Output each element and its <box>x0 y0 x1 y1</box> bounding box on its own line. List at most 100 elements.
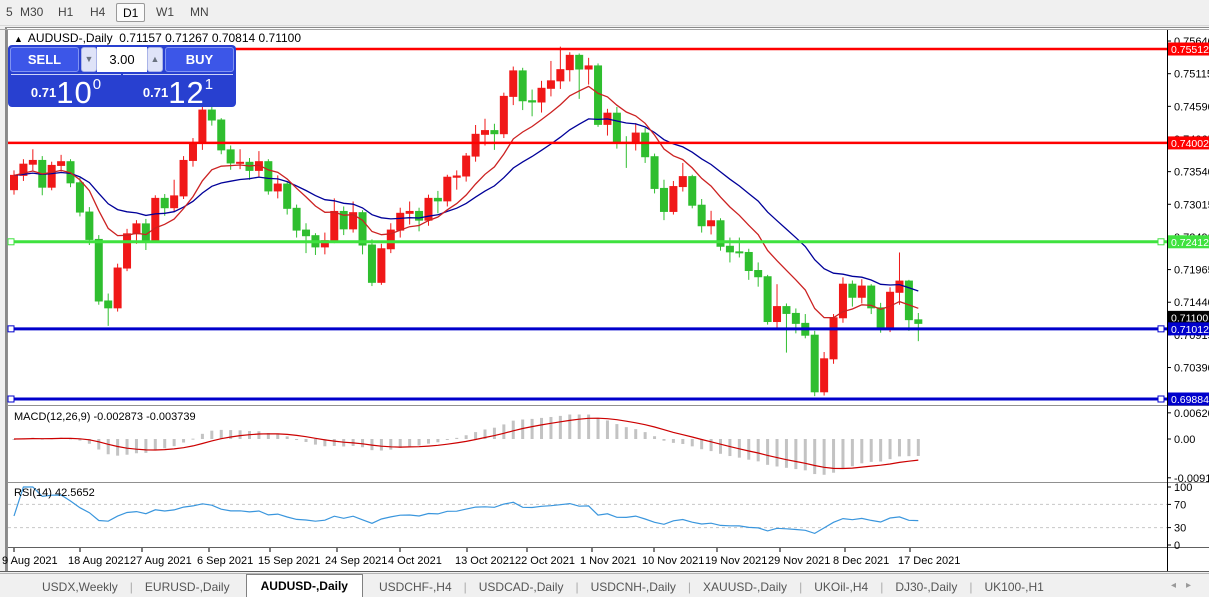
candle-body <box>792 313 799 323</box>
sell-price-pips: 10 <box>56 75 92 110</box>
candle-body <box>453 176 460 177</box>
volume-input[interactable]: 3.00 <box>97 47 147 72</box>
sell-price[interactable]: 0.71100 <box>11 74 121 106</box>
level-handle[interactable] <box>1158 239 1164 245</box>
macd-histogram-bar <box>691 439 694 446</box>
chart-tab-audusd-[interactable]: AUDUSD-,Daily <box>246 574 363 597</box>
timeframe-button-mn[interactable]: MN <box>184 3 215 22</box>
chart-tab-usdx[interactable]: USDX,Weekly <box>30 577 130 597</box>
level-handle[interactable] <box>1158 326 1164 332</box>
candle-body <box>114 268 121 308</box>
buy-button[interactable]: BUY <box>165 47 234 72</box>
chart-tab-usdcad-[interactable]: USDCAD-,Daily <box>467 577 576 597</box>
price-badge-label: 0.72412 <box>1171 237 1209 249</box>
timeframe-button-m30[interactable]: M30 <box>14 3 49 22</box>
sell-button[interactable]: SELL <box>10 47 79 72</box>
macd-signal-line <box>14 418 918 468</box>
tabs-scroll-right-icon[interactable]: ▸ <box>1186 580 1201 591</box>
candle-body <box>76 183 83 212</box>
tabs-scroll-left-icon[interactable]: ◂ <box>1171 580 1186 591</box>
candle-body <box>868 286 875 308</box>
date-label: 8 Dec 2021 <box>833 555 889 567</box>
candle-body <box>434 198 441 200</box>
timeframe-button-h1[interactable]: H1 <box>52 3 79 22</box>
price-tick-label: 0.73015 <box>1174 199 1209 211</box>
buy-price-pips: 12 <box>168 75 204 110</box>
buy-price[interactable]: 0.71121 <box>123 74 233 106</box>
date-label: 27 Aug 2021 <box>130 555 192 567</box>
level-handle[interactable] <box>8 396 14 402</box>
macd-histogram-bar <box>578 414 581 439</box>
chart-tab-usdcnh-[interactable]: USDCNH-,Daily <box>579 577 688 597</box>
candle-body <box>463 156 470 176</box>
macd-histogram-bar <box>239 430 242 439</box>
macd-histogram-bar <box>173 439 176 446</box>
macd-histogram-bar <box>257 431 260 439</box>
candle-body <box>736 252 743 253</box>
candle-body <box>133 224 140 234</box>
candle-body <box>237 162 244 163</box>
macd-histogram-bar <box>597 418 600 439</box>
macd-histogram-bar <box>776 439 779 466</box>
rsi-line <box>14 487 918 533</box>
chart-tab-dj30-[interactable]: DJ30-,Daily <box>883 577 969 597</box>
macd-histogram-bar <box>380 439 383 451</box>
level-handle[interactable] <box>1158 396 1164 402</box>
candle-body <box>11 175 18 189</box>
candle-body <box>482 131 489 135</box>
candle-body <box>284 184 291 208</box>
candle-body <box>124 234 131 268</box>
macd-histogram-bar <box>333 439 336 446</box>
candle-body <box>86 212 93 239</box>
macd-histogram-bar <box>191 439 194 440</box>
chart-tab-xauusd-[interactable]: XAUUSD-,Daily <box>691 577 799 597</box>
timeframe-button-w1[interactable]: W1 <box>150 3 180 22</box>
candle-body <box>708 221 715 226</box>
candle-body <box>774 307 781 322</box>
timeframe-button-h4[interactable]: H4 <box>84 3 111 22</box>
macd-axis-label: 0.00 <box>1174 434 1195 446</box>
macd-histogram-bar <box>436 439 439 442</box>
one-click-collapse-icon[interactable]: ▲ <box>14 34 23 44</box>
macd-histogram-bar <box>474 432 477 439</box>
candle-body <box>915 320 922 324</box>
candle-body <box>519 71 526 101</box>
timeframe-button-d1[interactable]: D1 <box>116 3 145 22</box>
candle-body <box>265 162 272 191</box>
candle-body <box>651 157 658 189</box>
volume-increase-icon[interactable]: ▲ <box>147 47 163 72</box>
chart-tab-usdchf-[interactable]: USDCHF-,H4 <box>367 577 464 597</box>
price-tick-label: 0.70390 <box>1174 363 1209 375</box>
date-label: 13 Oct 2021 <box>455 555 515 567</box>
macd-label: MACD(12,26,9) -0.002873 -0.003739 <box>14 411 196 423</box>
volume-decrease-icon[interactable]: ▼ <box>81 47 97 72</box>
candle-body <box>171 196 178 208</box>
macd-histogram-bar <box>917 439 920 456</box>
candle-body <box>726 246 733 252</box>
macd-histogram-bar <box>163 439 166 448</box>
candle-body <box>95 239 102 301</box>
one-click-trading-panel: SELL ▼ 3.00 ▲ BUY 0.71100 0.71121 <box>8 45 236 107</box>
macd-histogram-bar <box>851 439 854 466</box>
ma-slow-line <box>14 119 918 291</box>
price-badge-label: 0.75512 <box>1171 44 1209 56</box>
macd-histogram-bar <box>126 439 129 455</box>
macd-histogram-bar <box>747 439 750 460</box>
level-handle[interactable] <box>8 239 14 245</box>
candle-body <box>698 205 705 226</box>
macd-histogram-bar <box>559 416 562 439</box>
mt4-window: 5M30H1H4D1W1MN 0.756400.751150.745900.74… <box>0 0 1209 597</box>
macd-histogram-bar <box>531 419 534 439</box>
candle-body <box>29 160 36 164</box>
candle-body <box>613 113 620 142</box>
chart-tab-eurusd-[interactable]: EURUSD-,Daily <box>133 577 242 597</box>
macd-histogram-bar <box>568 415 571 439</box>
macd-histogram-bar <box>813 439 816 474</box>
candle-body <box>529 101 536 102</box>
candle-body <box>500 96 507 133</box>
chart-tab-uk100-[interactable]: UK100-,H1 <box>972 577 1055 597</box>
candle-body <box>180 160 187 195</box>
chart-tab-ukoil-[interactable]: UKOil-,H4 <box>802 577 880 597</box>
level-handle[interactable] <box>8 326 14 332</box>
macd-histogram-bar <box>540 418 543 439</box>
